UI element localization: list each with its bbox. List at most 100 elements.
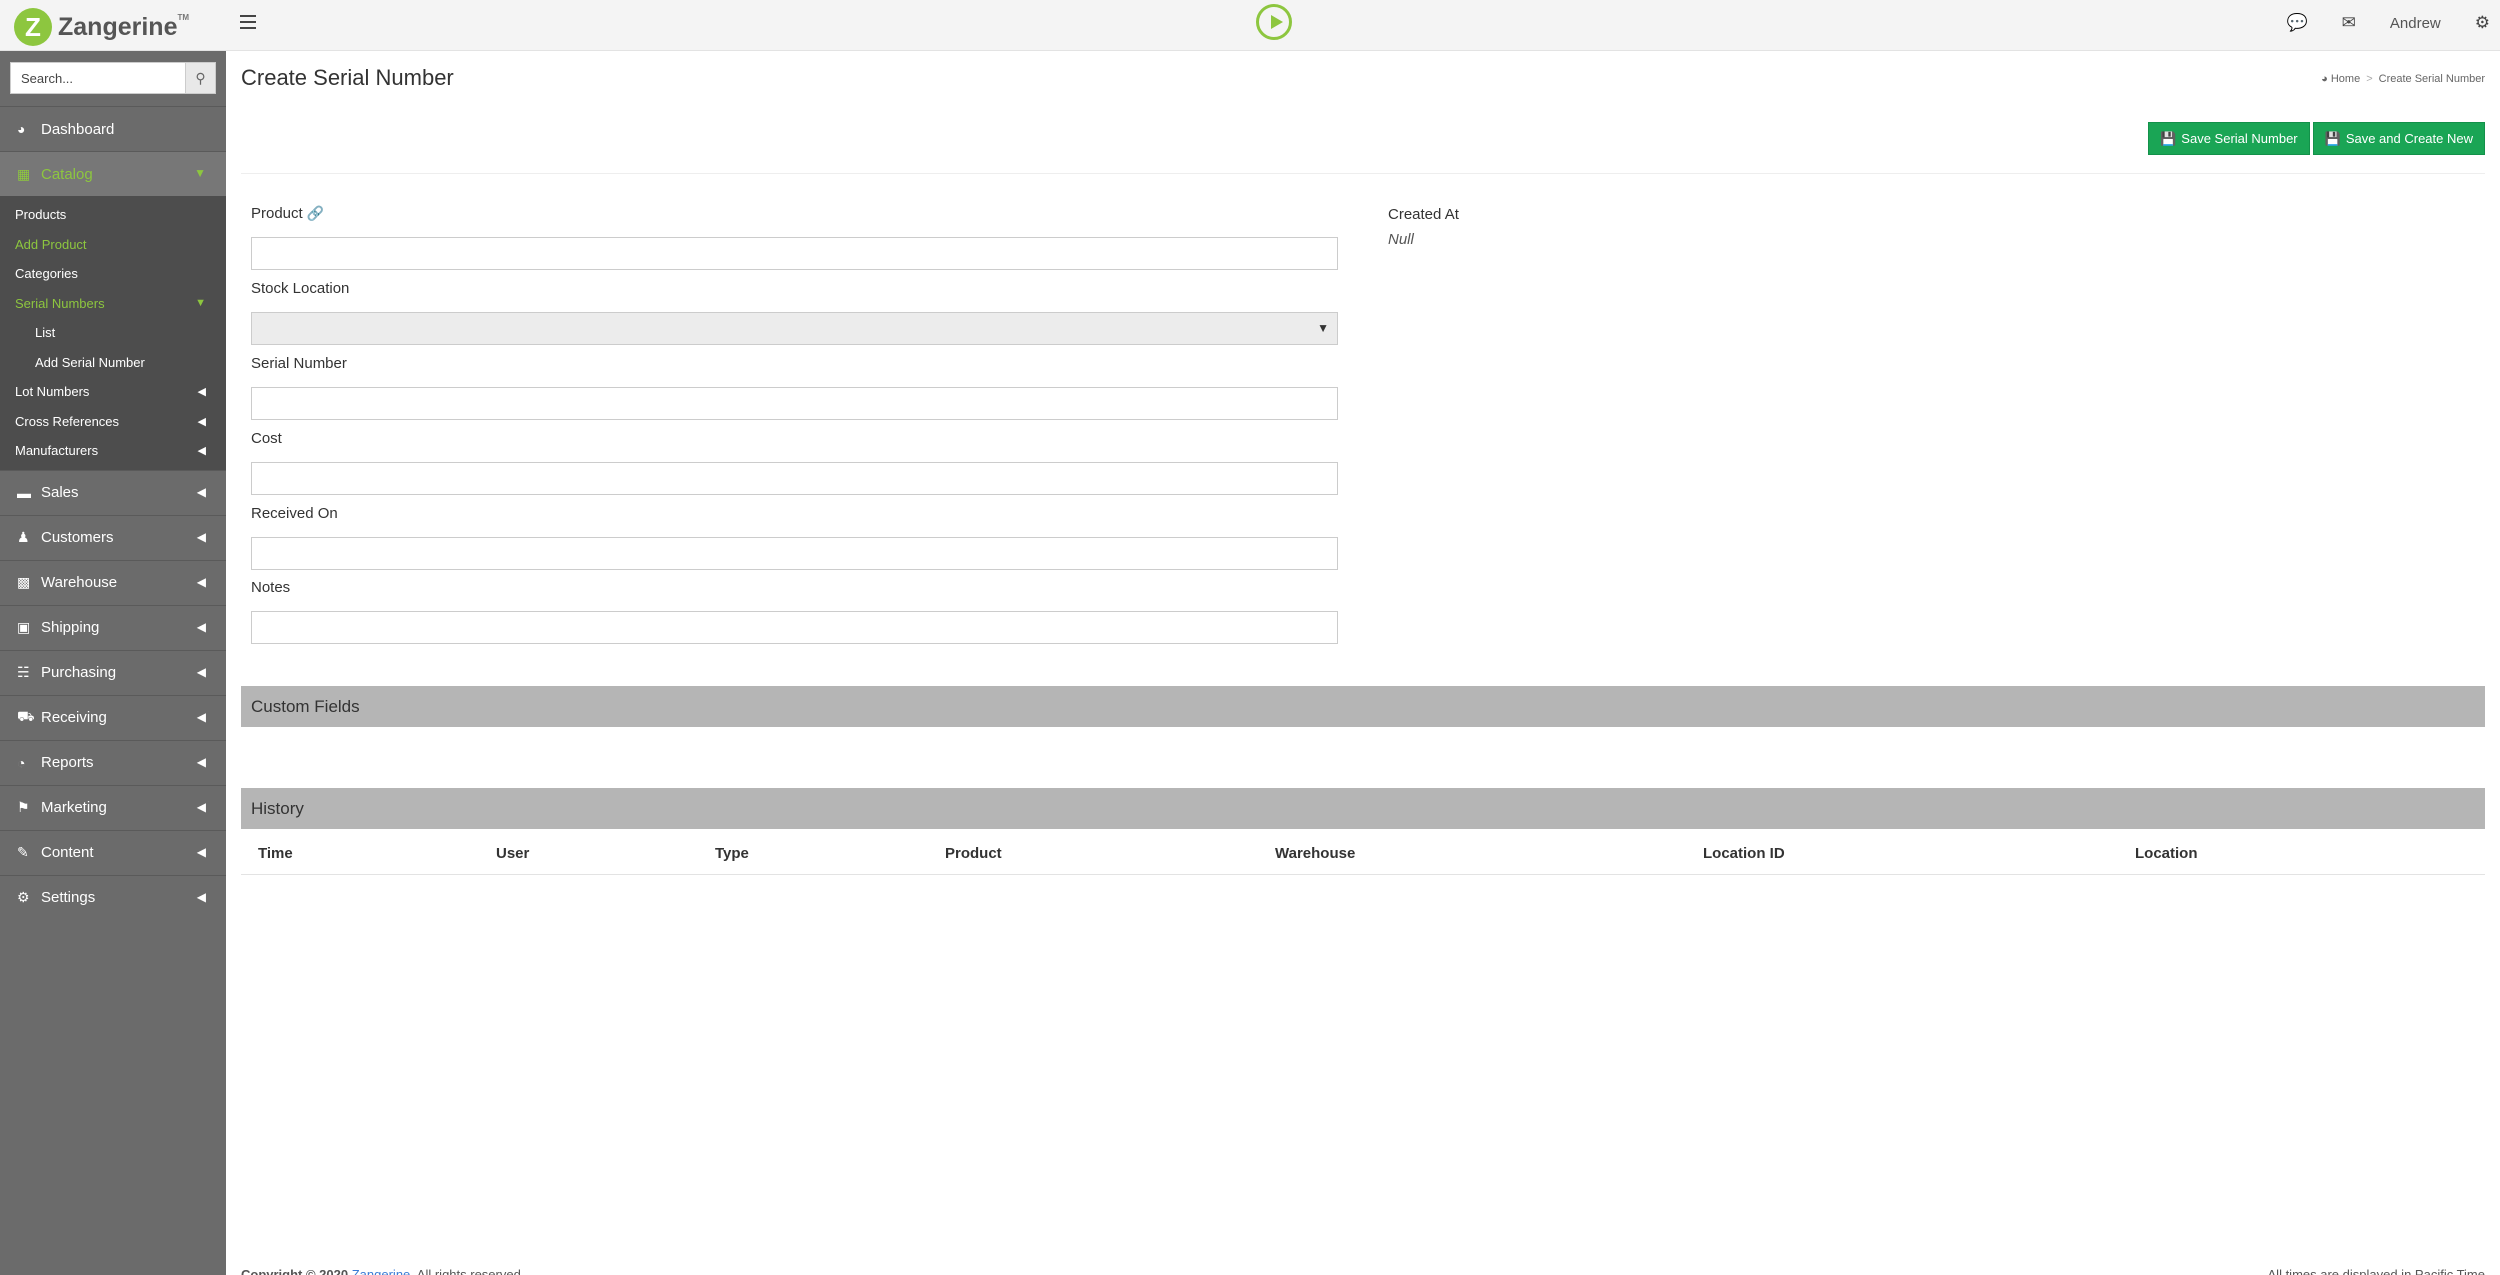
received-on-input[interactable] xyxy=(251,537,1338,570)
stock-location-field: Stock Location ▼ xyxy=(251,280,1338,345)
column-header-type: Type xyxy=(698,834,928,875)
chevron-left-icon: ◀ xyxy=(196,754,206,769)
sidebar-item-lot-numbers[interactable]: Lot Numbers ◀ xyxy=(0,377,226,407)
sidebar-item-catalog[interactable]: ▦ Catalog ▼ xyxy=(0,151,226,196)
sidebar-item-label: Customers xyxy=(41,529,114,546)
chevron-down-icon: ▼ xyxy=(194,166,206,180)
search-icon[interactable]: ⚲ xyxy=(186,62,216,94)
column-header-user: User xyxy=(479,834,698,875)
chevron-down-icon: ▼ xyxy=(195,297,206,310)
received-on-field: Received On xyxy=(251,505,1338,570)
chevron-left-icon: ◀ xyxy=(196,889,206,904)
sidebar-item-warehouse[interactable]: ▩ Warehouse ◀ xyxy=(0,559,226,605)
gear-icon: ⚙ xyxy=(17,889,30,905)
sidebar-item-customers[interactable]: ♟ Customers ◀ xyxy=(0,514,226,560)
sidebar-item-serial-numbers[interactable]: Serial Numbers ▼ xyxy=(0,289,226,319)
chevron-left-icon: ◀ xyxy=(196,664,206,679)
notes-input[interactable] xyxy=(251,611,1338,644)
chevron-left-icon: ◀ xyxy=(196,529,206,544)
logo[interactable]: Z ZangerineTM xyxy=(14,8,189,46)
search-input[interactable] xyxy=(10,62,186,94)
chevron-left-icon: ◀ xyxy=(196,799,206,814)
footer-timezone-note: All times are displayed in Pacific Time xyxy=(2267,1267,2485,1275)
chevron-left-icon: ◀ xyxy=(196,619,206,634)
grid-icon: ▦ xyxy=(17,165,31,182)
sidebar-item-dashboard[interactable]: ◕ Dashboard xyxy=(0,106,226,151)
chevron-left-icon: ◀ xyxy=(196,574,206,589)
sidebar-nav: ◕ Dashboard ▦ Catalog ▼ Products Add Pro… xyxy=(0,106,226,920)
sidebar-item-content[interactable]: ✎ Content ◀ xyxy=(0,829,226,875)
breadcrumb-separator: > xyxy=(2366,73,2373,85)
save-and-create-new-button[interactable]: 💾 Save and Create New xyxy=(2312,122,2485,155)
chevron-left-icon: ◀ xyxy=(197,445,206,458)
column-header-time: Time xyxy=(241,834,479,875)
created-at-value: Null xyxy=(1388,231,1414,248)
sidebar-item-label: Warehouse xyxy=(41,574,118,591)
custom-fields-header: Custom Fields xyxy=(241,686,2485,727)
sidebar-item-settings[interactable]: ⚙ Settings ◀ xyxy=(0,874,226,920)
save-serial-number-button[interactable]: 💾 Save Serial Number xyxy=(2148,122,2310,155)
stock-location-select[interactable]: ▼ xyxy=(251,312,1338,345)
footer: Copyright © 2020 Zangerine. All rights r… xyxy=(241,1267,2485,1275)
sidebar-item-add-product[interactable]: Add Product xyxy=(0,230,226,260)
sidebar-item-add-serial-number[interactable]: Add Serial Number xyxy=(0,348,226,378)
sidebar-item-label: Settings xyxy=(41,889,96,906)
sidebar-item-categories[interactable]: Categories xyxy=(0,259,226,289)
sidebar-item-label: Purchasing xyxy=(41,664,117,681)
sidebar-item-label: Serial Numbers xyxy=(15,295,105,311)
chat-icon[interactable]: 💬 xyxy=(2286,13,2307,33)
chevron-down-icon: ▼ xyxy=(1317,321,1329,335)
zangerine-logo-icon: Z xyxy=(14,8,52,46)
sidebar-item-shipping[interactable]: ▣ Shipping ◀ xyxy=(0,604,226,650)
sidebar-item-label: Lot Numbers xyxy=(15,384,90,400)
created-at-label: Created At xyxy=(1388,206,1459,223)
sidebar-item-manufacturers[interactable]: Manufacturers ◀ xyxy=(0,436,226,466)
sidebar-item-label: Receiving xyxy=(41,709,107,726)
sidebar-item-sales[interactable]: ▬ Sales ◀ xyxy=(0,469,226,515)
sidebar-item-products[interactable]: Products xyxy=(0,200,226,230)
gears-icon[interactable]: ⚙ xyxy=(2475,13,2490,33)
serial-number-label: Serial Number xyxy=(251,355,347,372)
page-title: Create Serial Number xyxy=(241,65,454,90)
save-icon: 💾 xyxy=(2160,130,2177,146)
link-icon[interactable]: 🔗 xyxy=(307,205,324,221)
sidebar-item-purchasing[interactable]: ☵ Purchasing ◀ xyxy=(0,649,226,695)
divider xyxy=(241,173,2485,174)
sidebar: ⚲ ◕ Dashboard ▦ Catalog ▼ Products Add P… xyxy=(0,51,226,1275)
received-on-label: Received On xyxy=(251,505,338,522)
sidebar-item-serial-list[interactable]: List xyxy=(0,318,226,348)
cart-icon: ☵ xyxy=(17,664,30,680)
column-header-product: Product xyxy=(928,834,1258,875)
tag-icon: ⚑ xyxy=(17,799,30,815)
column-header-warehouse: Warehouse xyxy=(1258,834,1686,875)
sidebar-item-label: Dashboard xyxy=(41,120,115,138)
save-icon: 💾 xyxy=(2324,130,2341,146)
sidebar-item-marketing[interactable]: ⚑ Marketing ◀ xyxy=(0,784,226,830)
sidebar-item-label: Catalog xyxy=(41,165,93,183)
serial-number-input[interactable] xyxy=(251,387,1338,420)
product-input[interactable] xyxy=(251,237,1338,270)
mail-icon[interactable]: ✉ xyxy=(2342,13,2356,33)
dashboard-icon: ◕ xyxy=(17,121,26,137)
hamburger-menu-icon[interactable] xyxy=(240,15,256,29)
play-icon[interactable] xyxy=(1256,4,1292,40)
sidebar-item-label: Cross References xyxy=(15,413,120,429)
breadcrumb-home[interactable]: ◕ Home xyxy=(2321,73,2360,85)
user-menu[interactable]: Andrew xyxy=(2390,15,2441,32)
chevron-left-icon: ◀ xyxy=(197,415,206,428)
warehouse-icon: ▩ xyxy=(17,574,31,590)
form-actions: 💾 Save Serial Number 💾 Save and Create N… xyxy=(2148,122,2485,155)
users-icon: ♟ xyxy=(17,529,30,545)
boxes-icon: ▣ xyxy=(17,619,31,635)
chevron-left-icon: ◀ xyxy=(196,709,206,724)
pie-chart-icon: ◔ xyxy=(17,754,26,771)
notes-field: Notes xyxy=(251,579,1338,644)
sidebar-item-reports[interactable]: ◔ Reports ◀ xyxy=(0,739,226,785)
top-right-actions: 💬 ✉ Andrew ⚙ xyxy=(2286,13,2490,33)
cost-input[interactable] xyxy=(251,462,1338,495)
catalog-submenu: Products Add Product Categories Serial N… xyxy=(0,196,226,470)
sidebar-item-receiving[interactable]: ⛟ Receiving ◀ xyxy=(0,694,226,740)
footer-brand-link[interactable]: Zangerine xyxy=(352,1267,411,1275)
breadcrumb: ◕ Home > Create Serial Number xyxy=(2321,73,2485,85)
sidebar-item-cross-references[interactable]: Cross References ◀ xyxy=(0,407,226,437)
